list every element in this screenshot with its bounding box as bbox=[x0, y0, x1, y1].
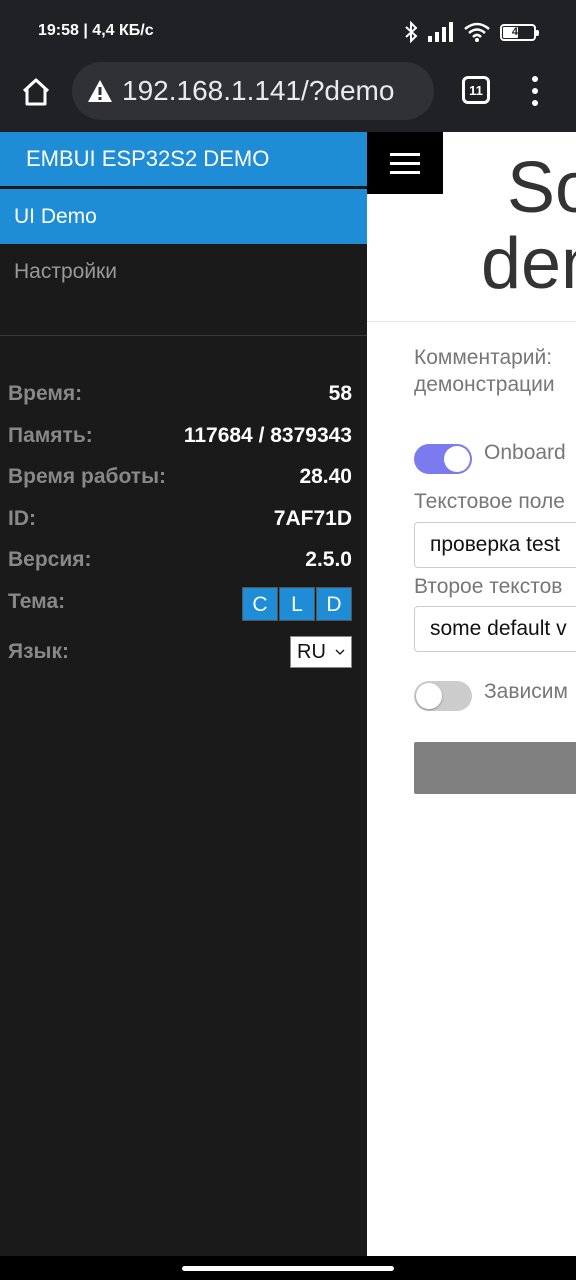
comment-line2: демонстрации bbox=[414, 373, 555, 396]
stat-label: Время работы: bbox=[8, 465, 167, 488]
stat-label: Память: bbox=[8, 423, 93, 447]
tab-switcher-button[interactable]: 11 bbox=[462, 76, 490, 104]
title-divider bbox=[367, 321, 576, 322]
second-text-field-input[interactable]: some default v bbox=[414, 606, 576, 652]
stat-label: ID: bbox=[8, 506, 36, 530]
stat-row-language: Язык: RU bbox=[8, 632, 352, 674]
theme-switcher: C L D bbox=[242, 586, 352, 621]
sidebar-header[interactable]: EMBUI ESP32S2 DEMO bbox=[0, 132, 367, 186]
stat-label: Версия: bbox=[8, 548, 92, 571]
theme-button-c[interactable]: C bbox=[242, 586, 278, 621]
status-time: 19:58 | 4,4 КБ/с bbox=[38, 22, 154, 39]
language-selected: RU bbox=[297, 640, 326, 663]
language-label: Язык: bbox=[8, 639, 69, 663]
battery-icon: 46 bbox=[500, 23, 539, 41]
hamburger-menu-icon[interactable] bbox=[367, 132, 443, 194]
browser-toolbar: 192.168.1.141/?demo 11 bbox=[0, 62, 576, 132]
dependent-toggle[interactable] bbox=[414, 681, 472, 711]
stat-row-uptime: Время работы: 28.40 bbox=[8, 457, 352, 499]
onboard-toggle-label: Onboard bbox=[484, 441, 566, 464]
home-indicator[interactable] bbox=[182, 1266, 394, 1271]
theme-button-d[interactable]: D bbox=[316, 586, 352, 621]
signal-icon bbox=[428, 22, 453, 42]
language-select[interactable]: RU bbox=[290, 635, 352, 668]
url-text[interactable]: 192.168.1.141/?demo bbox=[122, 75, 394, 107]
stat-label: Время: bbox=[8, 382, 83, 405]
status-bar: 19:58 | 4,4 КБ/с 46 bbox=[0, 0, 576, 62]
main-content: Some demo Комментарий: демонстрации Onbo… bbox=[367, 132, 576, 1256]
chevron-down-icon bbox=[335, 649, 345, 655]
status-icons: 46 bbox=[404, 20, 539, 44]
stat-value: 58 bbox=[328, 382, 352, 405]
second-text-field-label: Второе текстов bbox=[414, 575, 563, 598]
stat-row-id: ID: 7AF71D bbox=[8, 499, 352, 541]
sidebar-divider bbox=[0, 335, 367, 336]
sidebar: EMBUI ESP32S2 DEMO UI Demo Настройки Вре… bbox=[0, 132, 367, 1256]
dependent-toggle-label: Зависим bbox=[484, 680, 568, 703]
stat-row-time: Время: 58 bbox=[8, 374, 352, 416]
sidebar-item-settings[interactable]: Настройки bbox=[0, 244, 367, 299]
onboard-toggle[interactable] bbox=[414, 444, 472, 474]
comment-text: Комментарий: демонстрации bbox=[414, 344, 576, 398]
page-title-line2: demo bbox=[480, 224, 576, 304]
stat-row-memory: Память: 117684 / 8379343 bbox=[8, 416, 352, 458]
stat-value: 2.5.0 bbox=[305, 548, 352, 571]
home-icon[interactable] bbox=[20, 76, 52, 108]
text-field-label: Текстовое поле bbox=[414, 490, 565, 513]
stat-value: 7AF71D bbox=[273, 506, 352, 530]
bluetooth-icon bbox=[405, 21, 418, 43]
submit-button[interactable] bbox=[414, 742, 576, 794]
system-info: Время: 58 Память: 117684 / 8379343 Время… bbox=[8, 374, 352, 673]
battery-level: 46 bbox=[511, 26, 525, 38]
stat-value: 28.40 bbox=[299, 465, 352, 488]
warning-icon[interactable] bbox=[86, 77, 114, 105]
stat-row-theme: Тема: C L D bbox=[8, 582, 352, 632]
gesture-bar bbox=[0, 1256, 576, 1280]
theme-button-l[interactable]: L bbox=[279, 586, 315, 621]
stat-value: 117684 / 8379343 bbox=[183, 423, 352, 447]
overflow-menu-icon[interactable] bbox=[524, 76, 546, 106]
theme-label: Тема: bbox=[8, 589, 66, 613]
comment-line1: Комментарий: bbox=[414, 346, 553, 369]
wifi-icon bbox=[464, 22, 490, 42]
sidebar-item-ui-demo[interactable]: UI Demo bbox=[0, 189, 367, 244]
url-bar[interactable]: 192.168.1.141/?demo bbox=[72, 62, 434, 120]
text-field-input[interactable]: проверка test bbox=[414, 522, 576, 568]
stat-row-version: Версия: 2.5.0 bbox=[8, 540, 352, 582]
